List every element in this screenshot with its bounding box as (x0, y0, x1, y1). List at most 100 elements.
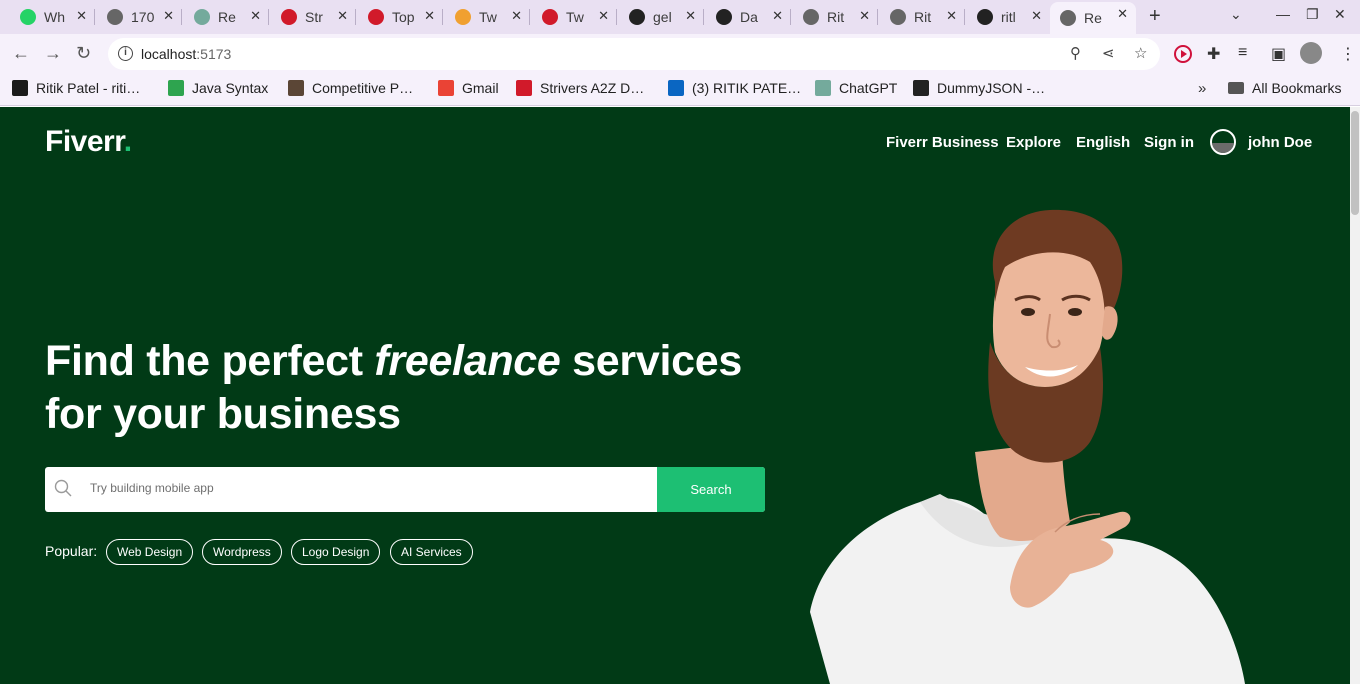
tab-divider (529, 9, 530, 25)
nav-explore[interactable]: Explore (1006, 134, 1061, 151)
scrollbar-thumb[interactable] (1351, 111, 1359, 215)
new-tab-button[interactable]: + (1149, 5, 1161, 28)
bookmarks-overflow-button[interactable]: » (1198, 80, 1206, 97)
popular-tag-wordpress[interactable]: Wordpress (202, 539, 282, 565)
globe-icon (107, 9, 123, 25)
tab-divider (877, 9, 878, 25)
tab-divider (268, 9, 269, 25)
popular-tag-web-design[interactable]: Web Design (106, 539, 194, 565)
all-bookmarks-folder[interactable]: All Bookmarks (1228, 80, 1341, 96)
zoom-icon[interactable]: ⚲ (1070, 44, 1081, 62)
address-bar[interactable]: i localhost:5173 ⚲ ⋖ ☆ (108, 38, 1160, 70)
nav-sign-in[interactable]: Sign in (1144, 134, 1194, 151)
browser-tab[interactable]: Top ✕ (358, 4, 443, 30)
nav-fiverr-business[interactable]: Fiverr Business (886, 134, 999, 151)
back-icon[interactable]: ← (12, 43, 30, 64)
globe-icon (890, 9, 906, 25)
bookmark-item[interactable]: (3) RITIK PATE… (668, 80, 801, 96)
fiverr-logo[interactable]: Fiverr. (45, 125, 132, 159)
close-tab-icon[interactable]: ✕ (772, 8, 783, 24)
browser-tab[interactable]: Rit ✕ (793, 4, 878, 30)
browser-tab[interactable]: Re ✕ (1050, 2, 1136, 34)
browser-tab[interactable]: ritl ✕ (967, 4, 1050, 30)
browser-toolbar: ← → ↻ i localhost:5173 ⚲ ⋖ ☆ ✚ ≡ ▣ ⋮ (0, 34, 1360, 74)
search-icon (54, 479, 72, 497)
bookmark-item[interactable]: Java Syntax (168, 80, 268, 96)
close-tab-icon[interactable]: ✕ (598, 8, 609, 24)
check-circle-icon (716, 9, 732, 25)
bookmark-item[interactable]: Gmail (438, 80, 499, 96)
hero-person-image (810, 209, 1245, 684)
search-button[interactable]: Search (657, 467, 765, 512)
bookmark-item[interactable]: Competitive P… (288, 80, 413, 96)
close-tab-icon[interactable]: ✕ (1031, 8, 1042, 24)
close-tab-icon[interactable]: ✕ (859, 8, 870, 24)
forward-icon[interactable]: → (44, 43, 62, 64)
nav-username[interactable]: john Doe (1248, 134, 1312, 151)
site-info-icon[interactable]: i (118, 46, 133, 61)
menu-kebab-icon[interactable]: ⋮ (1340, 44, 1356, 64)
browser-tab[interactable]: Str ✕ (271, 4, 356, 30)
bookmark-label: Java Syntax (192, 80, 269, 96)
reading-list-icon[interactable]: ≡ (1238, 44, 1247, 62)
bookmark-item[interactable]: DummyJSON -… (913, 80, 1045, 96)
media-player-icon[interactable] (1174, 45, 1192, 63)
profile-avatar-icon[interactable] (1300, 42, 1322, 64)
close-tab-icon[interactable]: ✕ (250, 8, 261, 24)
user-avatar[interactable] (1210, 129, 1236, 155)
reload-icon[interactable]: ↻ (76, 43, 91, 64)
bookmark-label: Strivers A2Z D… (540, 80, 645, 96)
bookmark-item[interactable]: ChatGPT (815, 80, 897, 96)
browser-tab[interactable]: Rit ✕ (880, 4, 965, 30)
browser-tab[interactable]: Da ✕ (706, 4, 791, 30)
close-tab-icon[interactable]: ✕ (1117, 6, 1128, 22)
minimize-button[interactable]: — (1276, 6, 1290, 22)
tuf-icon (516, 80, 532, 96)
tab-divider (442, 9, 443, 25)
globe-icon (803, 9, 819, 25)
tab-search-icon[interactable]: ⌄ (1230, 6, 1242, 23)
browser-tab[interactable]: gel ✕ (619, 4, 704, 30)
hero-title: Find the perfect freelance services for … (45, 337, 742, 438)
close-window-button[interactable]: ✕ (1334, 6, 1346, 23)
side-panel-icon[interactable]: ▣ (1271, 44, 1286, 64)
browser-tab[interactable]: Re ✕ (184, 4, 269, 30)
w-icon (168, 80, 184, 96)
close-tab-icon[interactable]: ✕ (337, 8, 348, 24)
nav-language[interactable]: English (1076, 134, 1130, 151)
extensions-icon[interactable]: ✚ (1207, 44, 1220, 64)
globe-icon (1060, 10, 1076, 26)
browser-tab[interactable]: Tw ✕ (532, 4, 617, 30)
popular-tag-ai-services[interactable]: AI Services (390, 539, 473, 565)
close-tab-icon[interactable]: ✕ (424, 8, 435, 24)
popular-tag-logo-design[interactable]: Logo Design (291, 539, 381, 565)
bookmark-star-icon[interactable]: ☆ (1134, 44, 1147, 62)
pen-icon (455, 9, 471, 25)
bookmark-label: (3) RITIK PATE… (692, 80, 802, 96)
bookmark-item[interactable]: Strivers A2Z D… (516, 80, 644, 96)
bookmark-label: ChatGPT (839, 80, 898, 96)
close-tab-icon[interactable]: ✕ (685, 8, 696, 24)
close-tab-icon[interactable]: ✕ (76, 8, 87, 24)
share-icon[interactable]: ⋖ (1102, 44, 1115, 62)
page-scrollbar[interactable] (1350, 107, 1360, 684)
tab-divider (964, 9, 965, 25)
tab-title: Wh (44, 9, 65, 25)
restore-button[interactable]: ❐ (1306, 6, 1319, 23)
close-tab-icon[interactable]: ✕ (511, 8, 522, 24)
close-tab-icon[interactable]: ✕ (163, 8, 174, 24)
tab-title: gel (653, 9, 672, 25)
tab-divider (94, 9, 95, 25)
bookmark-label: Competitive P… (312, 80, 414, 96)
bookmark-item[interactable]: Ritik Patel - riti… (12, 80, 140, 96)
chatgpt-icon (194, 9, 210, 25)
browser-tab[interactable]: 170 ✕ (97, 4, 182, 30)
browser-tab[interactable]: Wh ✕ (10, 4, 95, 30)
url-text[interactable]: localhost:5173 (141, 46, 231, 62)
tab-title: 170 (131, 9, 155, 25)
tab-title: Str (305, 9, 323, 25)
search-input[interactable] (90, 481, 590, 495)
tab-title: Re (1084, 10, 1102, 26)
browser-tab[interactable]: Tw ✕ (445, 4, 530, 30)
close-tab-icon[interactable]: ✕ (946, 8, 957, 24)
